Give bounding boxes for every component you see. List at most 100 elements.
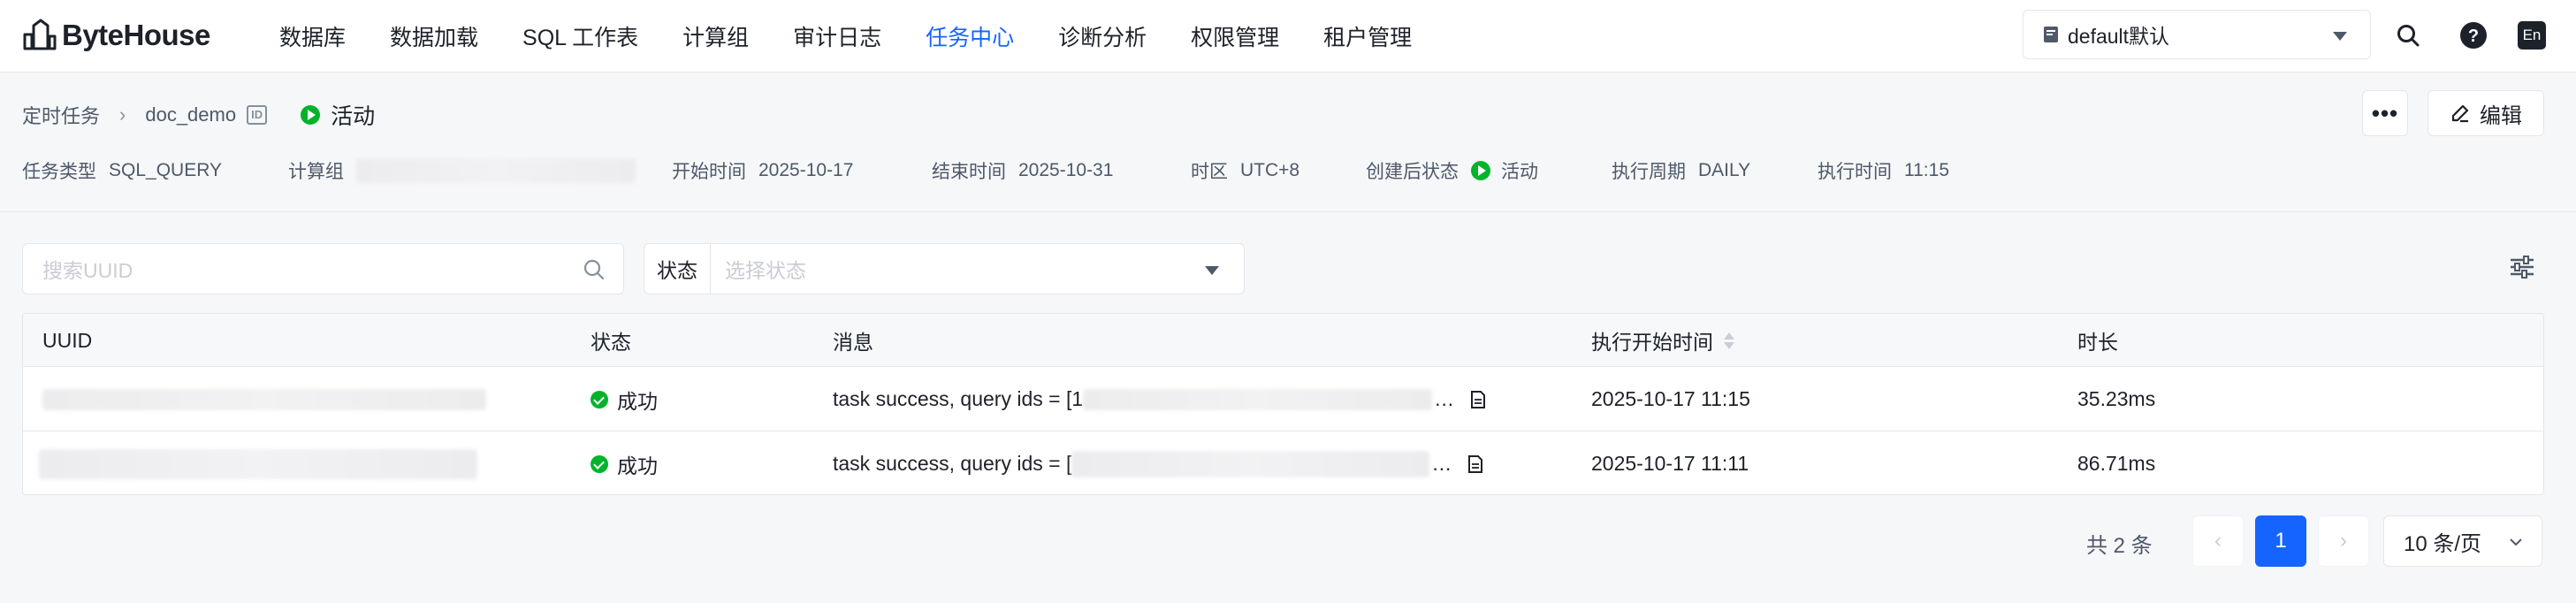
message-text: task success, query ids = [ [833, 452, 1072, 475]
start-time-label: 开始时间 [672, 162, 746, 182]
column-settings-icon[interactable] [2509, 255, 2535, 279]
status-text: 成功 [617, 389, 658, 413]
sort-icon[interactable] [1724, 332, 1734, 349]
menu-item-diagnostics[interactable]: 诊断分析 [1058, 20, 1147, 52]
start-time-cell: 2025-10-17 11:15 [1591, 387, 1750, 410]
menu-item-database[interactable]: 数据库 [279, 20, 346, 52]
chevron-right-icon: › [119, 103, 126, 126]
runs-table: UUID 状态 消息 执行开始时间 时长 成功 task success, qu… [22, 313, 2544, 495]
message-cell: task success, query ids = [1 … [833, 367, 1486, 431]
message-redacted [1083, 388, 1433, 410]
edit-button-label: 编辑 [2480, 103, 2522, 128]
language-toggle[interactable]: En [2514, 18, 2549, 53]
status-filter-select[interactable]: 状态 选择状态 [644, 243, 1245, 294]
status-cell: 成功 [591, 431, 658, 494]
compute-group-value-redacted [356, 158, 636, 183]
search-icon[interactable] [2390, 18, 2426, 53]
exec-time-label: 执行时间 [1818, 162, 1892, 182]
status-filter-label: 状态 [644, 244, 711, 294]
page-size-select[interactable]: 10 条/页 [2383, 515, 2542, 567]
menu-item-permissions[interactable]: 权限管理 [1191, 20, 1279, 52]
bytehouse-logo-icon [23, 19, 57, 50]
duration-cell: 86.71ms [2077, 452, 2156, 475]
main-menu: 数据库 数据加载 SQL 工作表 计算组 审计日志 任务中心 诊断分析 权限管理… [279, 0, 1456, 73]
database-select-value: default默认 [2068, 25, 2170, 48]
post-status-label: 创建后状态 [1366, 162, 1459, 182]
menu-item-tenant[interactable]: 租户管理 [1323, 20, 1412, 52]
more-button[interactable]: ••• [2362, 90, 2408, 136]
logo-text: ByteHouse [62, 19, 210, 51]
period-value: DAILY [1698, 160, 1751, 180]
period-label: 执行周期 [1612, 162, 1686, 182]
menu-item-sql-worksheet[interactable]: SQL 工作表 [522, 20, 638, 52]
lang-label: En [2518, 21, 2546, 50]
task-type-label: 任务类型 [22, 162, 96, 182]
breadcrumb: 定时任务 › doc_demo ID 活动 [22, 99, 375, 131]
uuid-search-input[interactable]: 搜索UUID [22, 243, 624, 294]
database-icon [2044, 27, 2058, 42]
task-status: 活动 [301, 99, 375, 131]
end-time-label: 结束时间 [932, 162, 1006, 182]
status-filter-placeholder: 选择状态 [725, 259, 806, 282]
play-icon [301, 105, 321, 125]
menu-item-task-center[interactable]: 任务中心 [926, 20, 1014, 52]
col-status: 状态 [591, 331, 631, 354]
col-message: 消息 [833, 331, 873, 354]
success-icon [591, 390, 608, 408]
exec-time-value: 11:15 [1904, 160, 1949, 180]
menu-item-data-loading[interactable]: 数据加载 [390, 20, 478, 52]
compute-group-label: 计算组 [288, 162, 344, 182]
timezone-label: 时区 [1191, 162, 1228, 182]
search-icon [583, 259, 605, 280]
end-time-value: 2025-10-31 [1018, 160, 1114, 180]
logo[interactable]: ByteHouse [21, 16, 210, 55]
page-size-value: 10 条/页 [2404, 531, 2482, 556]
col-start-time-label: 执行开始时间 [1591, 331, 1713, 354]
chevron-down-icon [2510, 538, 2522, 546]
post-status-value: 活动 [1501, 162, 1538, 182]
next-page-button[interactable]: › [2318, 515, 2369, 567]
message-redacted [1071, 450, 1430, 477]
col-uuid: UUID [42, 328, 93, 352]
database-select[interactable]: default默认 [2023, 10, 2371, 59]
caret-down-icon [2333, 32, 2347, 41]
id-icon[interactable]: ID [247, 105, 268, 125]
message-text: task success, query ids = [1 [833, 387, 1084, 410]
status-text: 成功 [617, 454, 658, 477]
top-nav: ByteHouse 数据库 数据加载 SQL 工作表 计算组 审计日志 任务中心… [0, 0, 2576, 73]
success-icon [591, 454, 608, 473]
table-header: UUID 状态 消息 执行开始时间 时长 [23, 314, 2543, 367]
menu-item-audit-log[interactable]: 审计日志 [793, 20, 881, 52]
breadcrumb-root[interactable]: 定时任务 [22, 101, 100, 129]
edit-icon [2451, 104, 2469, 123]
start-time-value: 2025-10-17 [758, 160, 854, 180]
search-placeholder: 搜索UUID [42, 259, 133, 282]
run-history: 搜索UUID 状态 选择状态 UUID 状态 消息 执行开始时间 时长 成功 t… [0, 212, 2576, 603]
status-cell: 成功 [591, 367, 658, 431]
help-icon[interactable]: ? [2456, 18, 2491, 53]
col-duration: 时长 [2077, 331, 2118, 354]
menu-item-compute-group[interactable]: 计算组 [682, 20, 749, 52]
table-row: 成功 task success, query ids = [1 … 2025-1… [23, 367, 2543, 431]
prev-page-button[interactable]: ‹ [2192, 515, 2244, 567]
svg-text:?: ? [2468, 27, 2479, 46]
start-time-cell: 2025-10-17 11:11 [1591, 452, 1749, 475]
caret-down-icon [1205, 266, 1219, 275]
breadcrumb-current: doc_demo [145, 103, 237, 126]
page-1-button[interactable]: 1 [2255, 515, 2306, 567]
message-cell: task success, query ids = [ … [833, 431, 1483, 494]
pagination-total: 共 2 条 [2086, 534, 2153, 558]
duration-cell: 35.23ms [2077, 387, 2156, 410]
document-icon[interactable] [1470, 390, 1486, 409]
col-start-time[interactable]: 执行开始时间 [1591, 314, 1734, 367]
play-icon [1471, 161, 1490, 180]
timezone-value: UTC+8 [1240, 160, 1300, 180]
edit-button[interactable]: 编辑 [2427, 90, 2544, 136]
document-icon[interactable] [1467, 454, 1483, 474]
task-status-label: 活动 [331, 104, 376, 129]
task-meta: 任务类型 SQL_QUERY 计算组 开始时间 2025-10-17 结束时间 … [22, 157, 1949, 184]
task-type-value: SQL_QUERY [109, 160, 222, 180]
uuid-cell-redacted[interactable] [39, 431, 477, 494]
task-header: 定时任务 › doc_demo ID 活动 ••• 编辑 任务类型 SQL_QU… [0, 73, 2576, 212]
uuid-cell-redacted[interactable] [42, 367, 486, 431]
